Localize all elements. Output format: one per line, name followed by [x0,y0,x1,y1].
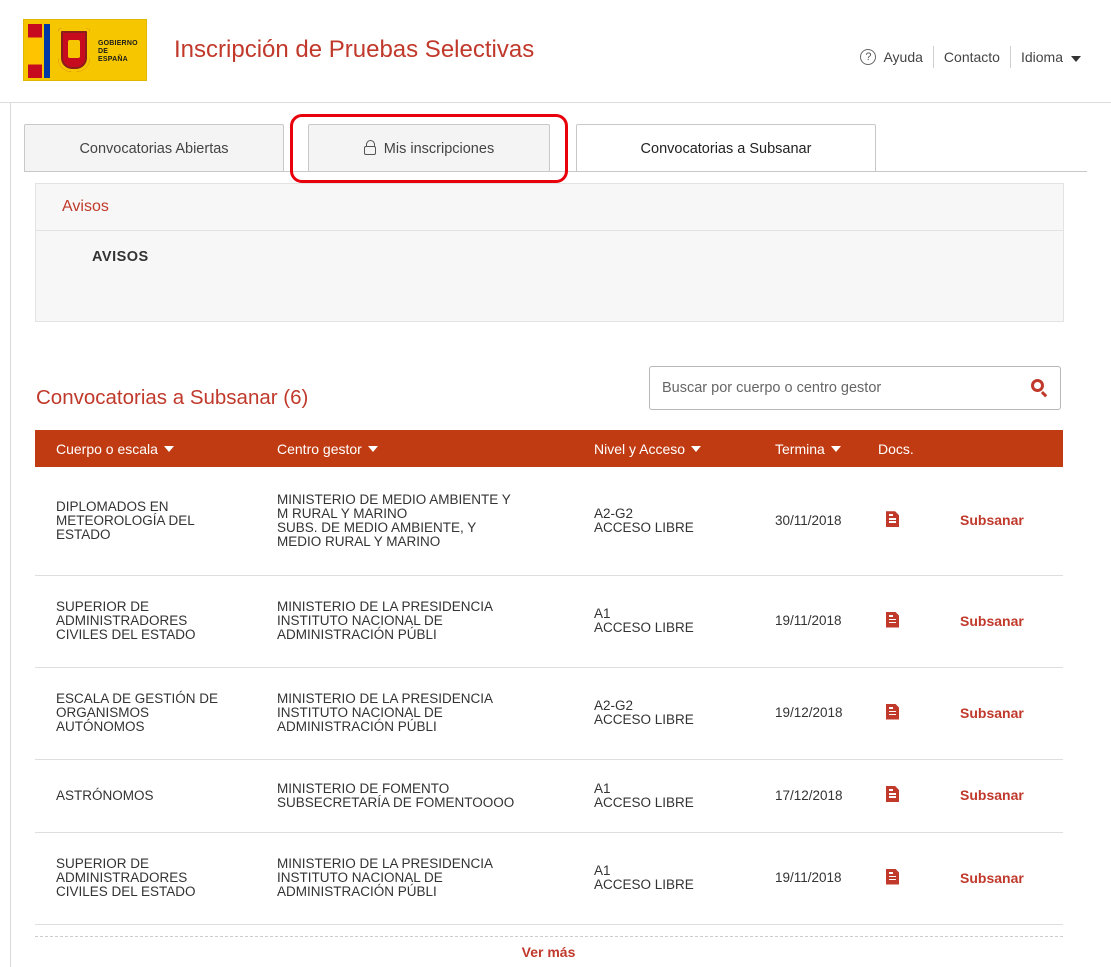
cell-nivel: A2-G2 ACCESO LIBRE [573,667,754,760]
tab-convocatorias-abiertas[interactable]: Convocatorias Abiertas [24,124,284,172]
cell-cuerpo: DIPLOMADOS EN METEOROLOGÍA DEL ESTADO [35,467,256,576]
table-row: ASTRÓNOMOS MINISTERIO DE FOMENTO SUBSECR… [35,759,1063,833]
cell-termina: 30/11/2018 [754,467,857,576]
page-left-border [10,0,11,967]
cell-docs [857,832,939,925]
tab-convocatorias-a-subsanar[interactable]: Convocatorias a Subsanar [576,124,876,172]
subsanar-link[interactable]: Subsanar [960,870,1024,886]
caret-down-icon [1071,56,1081,62]
cell-nivel: A1 ACCESO LIBRE [573,759,754,833]
table-row: DIPLOMADOS EN METEOROLOGÍA DEL ESTADO MI… [35,467,1063,576]
contact-link[interactable]: Contacto [944,49,1000,65]
cell-centro: MINISTERIO DE MEDIO AMBIENTE Y M RURAL Y… [256,467,573,576]
column-header-label: Nivel y Acceso [594,440,686,457]
document-icon[interactable] [886,611,899,628]
language-dropdown[interactable]: Idioma [1021,49,1081,65]
cell-action: Subsanar [939,467,1063,576]
subsanar-link[interactable]: Subsanar [960,613,1024,629]
column-header-cuerpo[interactable]: Cuerpo o escala [35,430,256,467]
help-link[interactable]: Ayuda [883,49,922,65]
cell-action: Subsanar [939,575,1063,668]
table-header-row: Cuerpo o escala Centro gestor Nivel y Ac… [35,430,1063,467]
column-header-termina[interactable]: Termina [754,430,857,467]
column-header-centro[interactable]: Centro gestor [256,430,573,467]
section-title: Convocatorias a Subsanar (6) [36,386,309,409]
sort-caret-icon [163,445,174,452]
gobierno-de-espana-logo[interactable]: GOBIERNO DE ESPAÑA [23,19,147,81]
cell-action: Subsanar [939,832,1063,925]
app-title: Inscripción de Pruebas Selectivas [174,36,535,63]
tab-label: Convocatorias a Subsanar [640,140,812,157]
column-header-label: Cuerpo o escala [56,440,158,457]
dashed-divider [35,936,1063,937]
site-header: GOBIERNO DE ESPAÑA Inscripción de Prueba… [0,0,1111,103]
cell-centro: MINISTERIO DE LA PRESIDENCIA INSTITUTO N… [256,575,573,668]
column-header-label: Termina [775,440,825,457]
cell-termina: 19/11/2018 [754,575,857,668]
tab-label: Convocatorias Abiertas [79,140,229,157]
subsanar-link[interactable]: Subsanar [960,787,1024,803]
document-icon[interactable] [886,868,899,885]
cell-nivel: A1 ACCESO LIBRE [573,832,754,925]
cell-centro: MINISTERIO DE FOMENTO SUBSECRETARÍA DE F… [256,759,573,833]
cell-termina: 19/12/2018 [754,667,857,760]
ver-mas-link: Ver más [0,944,1097,960]
help-icon[interactable]: ? [860,49,877,65]
cell-centro: MINISTERIO DE LA PRESIDENCIA INSTITUTO N… [256,832,573,925]
cell-action: Subsanar [939,759,1063,833]
sort-caret-icon [830,445,841,452]
search-box [649,366,1061,410]
sort-caret-icon [691,445,702,452]
results-table: Cuerpo o escala Centro gestor Nivel y Ac… [35,430,1063,925]
cell-cuerpo: SUPERIOR DE ADMINISTRADORES CIVILES DEL … [35,832,256,925]
cell-termina: 19/11/2018 [754,832,857,925]
cell-docs [857,667,939,760]
annotation-highlight-box [290,114,568,183]
nav-separator [1009,46,1011,68]
column-header-nivel[interactable]: Nivel y Acceso [573,430,754,467]
cell-nivel: A2-G2 ACCESO LIBRE [573,467,754,576]
column-header-action [939,430,1063,467]
nav-separator [932,46,934,68]
table-row: SUPERIOR DE ADMINISTRADORES CIVILES DEL … [35,832,1063,925]
table-row: SUPERIOR DE ADMINISTRADORES CIVILES DEL … [35,575,1063,668]
top-navigation: ? Ayuda Contacto Idioma [860,46,1081,68]
avisos-body: AVISOS [92,249,149,265]
subsanar-link[interactable]: Subsanar [960,705,1024,721]
document-icon[interactable] [886,511,899,528]
cell-centro: MINISTERIO DE LA PRESIDENCIA INSTITUTO N… [256,667,573,760]
coat-of-arms-icon [58,28,90,72]
logo-text: GOBIERNO DE ESPAÑA [98,40,138,63]
table-row: ESCALA DE GESTIÓN DE ORGANISMOS AUTÓNOMO… [35,667,1063,760]
cell-termina: 17/12/2018 [754,759,857,833]
cell-docs [857,575,939,668]
column-header-docs: Docs. [857,430,939,467]
language-label: Idioma [1020,49,1063,65]
eu-stripe-icon [44,24,50,78]
avisos-heading[interactable]: Avisos [36,184,1063,231]
subsanar-link[interactable]: Subsanar [960,512,1024,528]
flag-stripe-icon [28,24,42,78]
cell-nivel: A1 ACCESO LIBRE [573,575,754,668]
column-header-label: Centro gestor [277,440,362,457]
document-icon[interactable] [886,703,899,720]
search-input[interactable] [650,368,1000,408]
cell-cuerpo: ESCALA DE GESTIÓN DE ORGANISMOS AUTÓNOMO… [35,667,256,760]
cell-cuerpo: SUPERIOR DE ADMINISTRADORES CIVILES DEL … [35,575,256,668]
document-icon[interactable] [886,786,899,802]
cell-cuerpo: ASTRÓNOMOS [35,759,256,833]
cell-docs [857,759,939,833]
cell-docs [857,467,939,576]
sort-caret-icon [367,445,378,452]
avisos-panel: Avisos AVISOS [35,183,1064,322]
ver-mas-label[interactable]: Ver más [522,944,576,960]
search-icon[interactable] [1031,379,1044,392]
cell-action: Subsanar [939,667,1063,760]
